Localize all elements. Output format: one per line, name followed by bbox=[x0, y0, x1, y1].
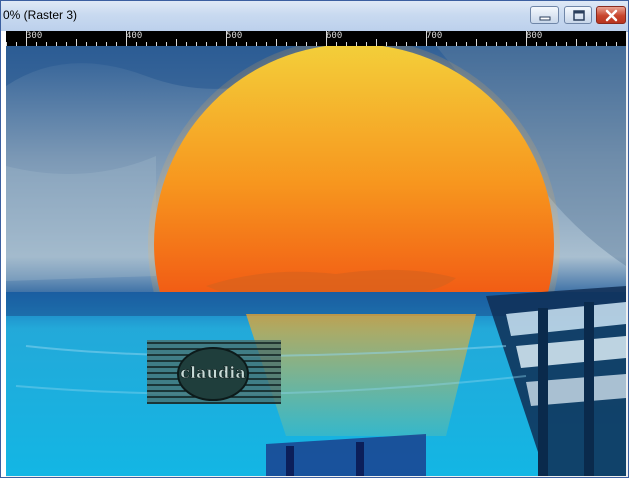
ruler-label: 500 bbox=[226, 31, 243, 41]
minimize-icon bbox=[539, 16, 551, 21]
sunset-pier-image: claudia bbox=[6, 46, 626, 476]
maximize-icon bbox=[573, 10, 585, 21]
ruler-label: 800 bbox=[526, 31, 543, 41]
ruler-tick bbox=[26, 31, 27, 46]
title-bar[interactable]: 0% (Raster 3) bbox=[1, 1, 628, 32]
ruler-tick bbox=[476, 39, 477, 46]
horizontal-ruler[interactable]: 300 400 500 600 700 800 bbox=[6, 31, 626, 46]
minimize-button[interactable] bbox=[530, 6, 559, 24]
window-title: 0% (Raster 3) bbox=[3, 8, 78, 22]
ruler-tick bbox=[326, 31, 327, 46]
watermark-badge: claudia bbox=[147, 340, 281, 404]
ruler-label: 400 bbox=[126, 31, 143, 41]
ruler-tick bbox=[176, 39, 177, 46]
ruler-tick bbox=[226, 31, 227, 46]
image-canvas[interactable]: claudia bbox=[6, 46, 626, 476]
watermark-text: claudia bbox=[180, 363, 245, 382]
ruler-tick bbox=[376, 39, 377, 46]
sky-texture bbox=[6, 156, 156, 281]
ruler-tick bbox=[76, 39, 77, 46]
close-button[interactable] bbox=[596, 6, 626, 24]
ruler-tick bbox=[526, 31, 527, 46]
image-window: 0% (Raster 3) 300 400 500 600 700 800 cl… bbox=[0, 0, 629, 478]
ruler-tick bbox=[126, 31, 127, 46]
close-icon bbox=[605, 9, 618, 22]
ruler-tick bbox=[426, 31, 427, 46]
ruler-label: 600 bbox=[326, 31, 343, 41]
ruler-tick bbox=[576, 39, 577, 46]
ruler-tick bbox=[276, 39, 277, 46]
ruler-label: 300 bbox=[26, 31, 43, 41]
ruler-label: 700 bbox=[426, 31, 443, 41]
maximize-button[interactable] bbox=[564, 6, 592, 24]
